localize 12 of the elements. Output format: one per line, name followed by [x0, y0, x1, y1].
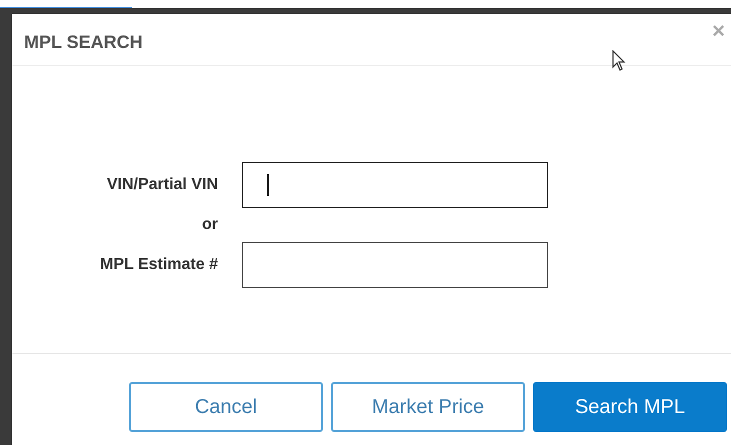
dialog-button[interactable]: Market Price: [331, 382, 525, 432]
dialog-button[interactable]: Cancel: [129, 382, 323, 432]
or-text: or: [201, 216, 218, 234]
dialog-title: MPL SEARCH: [24, 31, 143, 53]
dialog-button[interactable]: Search MPL: [533, 382, 727, 432]
field-label: VIN/Partial VIN: [106, 176, 218, 194]
input-field[interactable]: [242, 242, 548, 288]
field-label: MPL Estimate #: [99, 256, 218, 274]
close-button[interactable]: ×: [712, 18, 725, 44]
input-field[interactable]: [242, 162, 548, 208]
mouse-pointer-icon: [612, 50, 626, 72]
text-cursor: [267, 174, 269, 196]
